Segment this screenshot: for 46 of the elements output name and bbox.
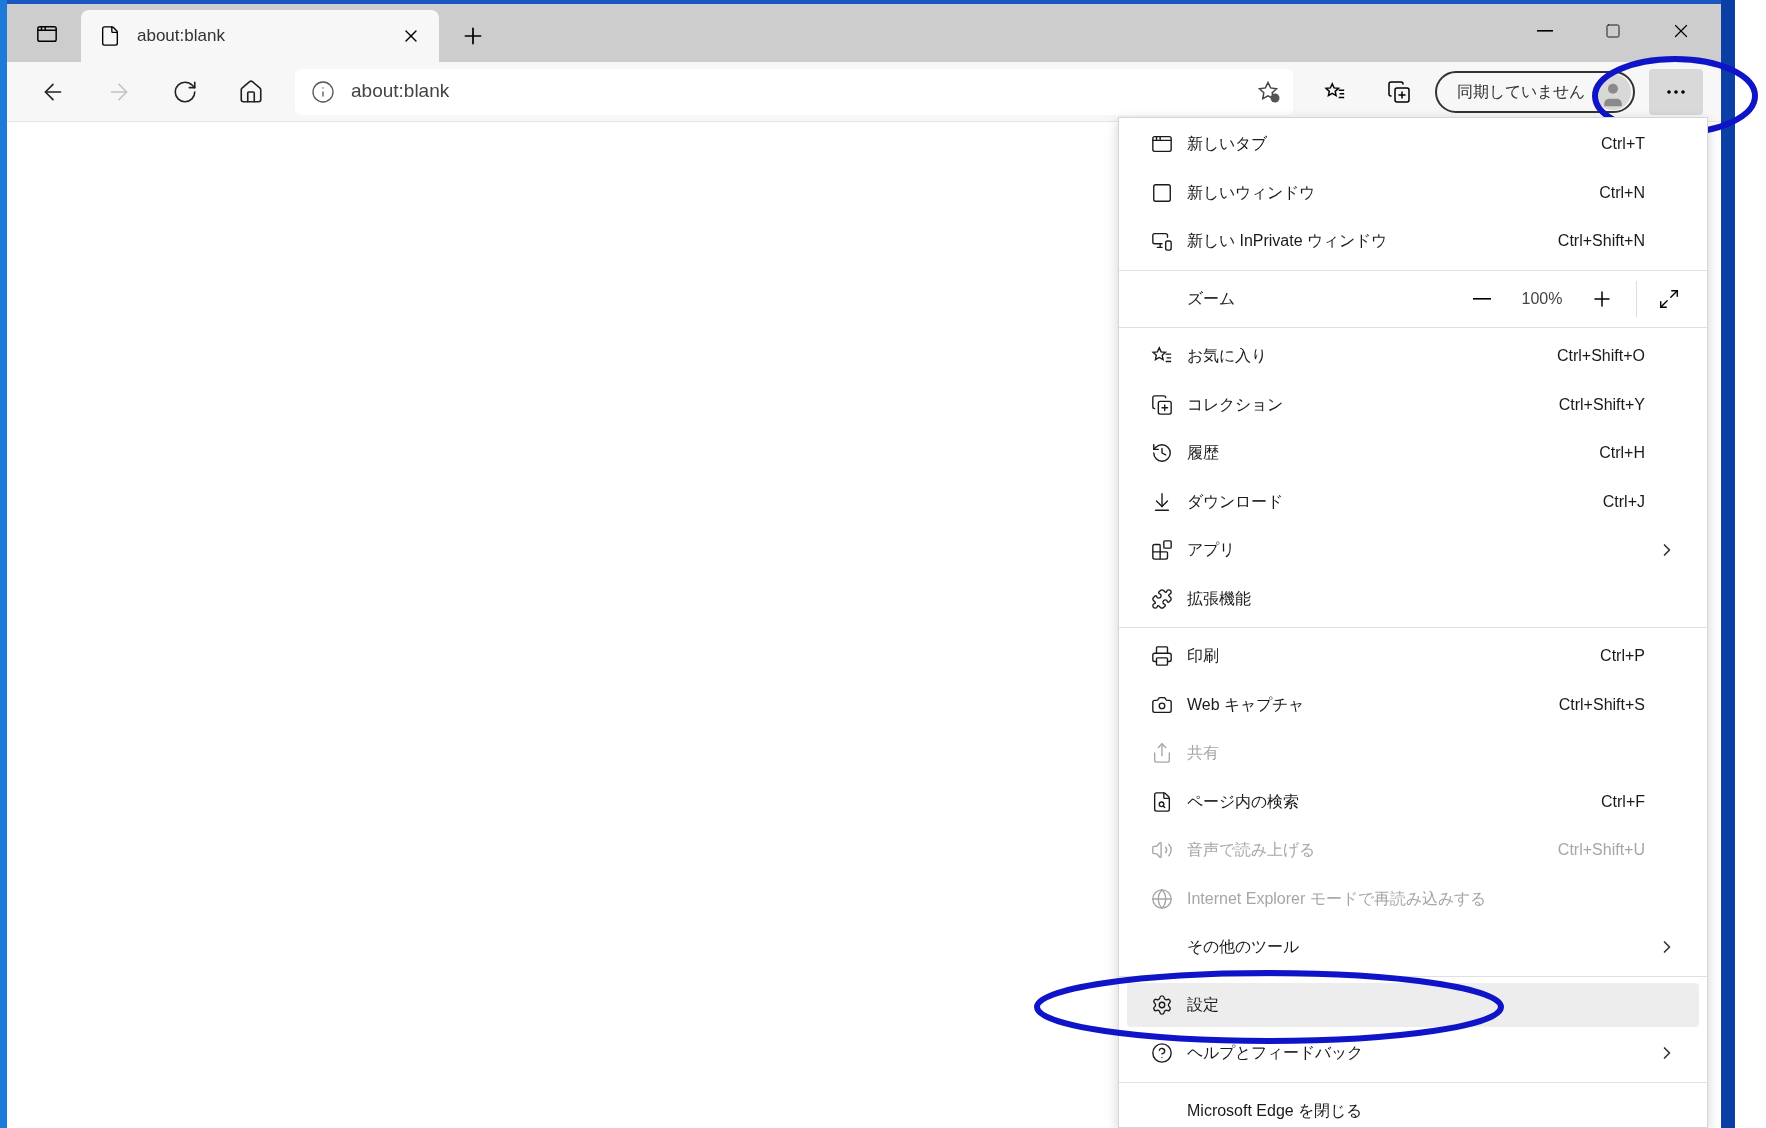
- home-icon: [238, 78, 264, 105]
- menu-item[interactable]: ページ内の検索 Ctrl+F: [1127, 779, 1699, 824]
- collections-icon: [1387, 79, 1411, 104]
- collections-icon: [1151, 393, 1173, 416]
- more-icon: [1667, 89, 1685, 94]
- menu-item[interactable]: その他のツール: [1127, 925, 1699, 970]
- zoom-value: 100%: [1520, 288, 1564, 309]
- zoom-label: ズーム: [1187, 288, 1236, 309]
- menu-item[interactable]: ヘルプとフィードバック: [1127, 1031, 1699, 1076]
- puzzle-icon: [1151, 587, 1173, 610]
- menu-item[interactable]: 新しい InPrivate ウィンドウ Ctrl+Shift+N: [1127, 219, 1699, 264]
- menu-item[interactable]: 設定: [1127, 982, 1699, 1027]
- menu-item[interactable]: お気に入り Ctrl+Shift+O: [1127, 334, 1699, 379]
- menu-item[interactable]: 印刷 Ctrl+P: [1127, 634, 1699, 679]
- settings-icon: [1151, 993, 1173, 1016]
- browser-tab[interactable]: about:blank: [81, 10, 439, 62]
- expand-icon: [1658, 287, 1680, 310]
- profile-button[interactable]: 同期していません: [1435, 70, 1635, 113]
- share-icon: [1151, 742, 1173, 765]
- info-icon: [311, 79, 335, 104]
- printer-icon: [1151, 645, 1173, 668]
- find-icon: [1151, 790, 1173, 813]
- minus-icon: [1473, 297, 1491, 300]
- menu-item[interactable]: コレクション Ctrl+Shift+Y: [1127, 382, 1699, 427]
- tab-panel-icon: [36, 23, 58, 45]
- menu-item[interactable]: 新しいタブ Ctrl+T: [1127, 122, 1699, 167]
- url-text: about:blank: [351, 79, 451, 104]
- page-icon: [99, 25, 121, 47]
- menu-item[interactable]: Web キャプチャ Ctrl+Shift+S: [1127, 682, 1699, 727]
- minimize-icon: [1537, 30, 1553, 32]
- globe-icon: [1151, 887, 1173, 910]
- maximize-icon: [1605, 23, 1621, 39]
- window-icon: [1151, 181, 1173, 204]
- add-favorite-icon[interactable]: [1257, 79, 1281, 104]
- apps-icon: [1151, 539, 1173, 562]
- menu-item[interactable]: 拡張機能: [1127, 576, 1699, 621]
- address-bar[interactable]: about:blank: [295, 68, 1293, 115]
- menu-item[interactable]: ダウンロード Ctrl+J: [1127, 479, 1699, 524]
- history-icon: [1151, 442, 1173, 465]
- tab-title: about:blank: [137, 25, 226, 48]
- help-icon: [1151, 1042, 1173, 1065]
- refresh-icon: [172, 78, 198, 105]
- menu-item[interactable]: 新しいウィンドウ Ctrl+N: [1127, 170, 1699, 215]
- menu-item[interactable]: Microsoft Edge を閉じる: [1127, 1088, 1699, 1128]
- menu-item[interactable]: 履歴 Ctrl+H: [1127, 431, 1699, 476]
- menu-item[interactable]: アプリ: [1127, 528, 1699, 573]
